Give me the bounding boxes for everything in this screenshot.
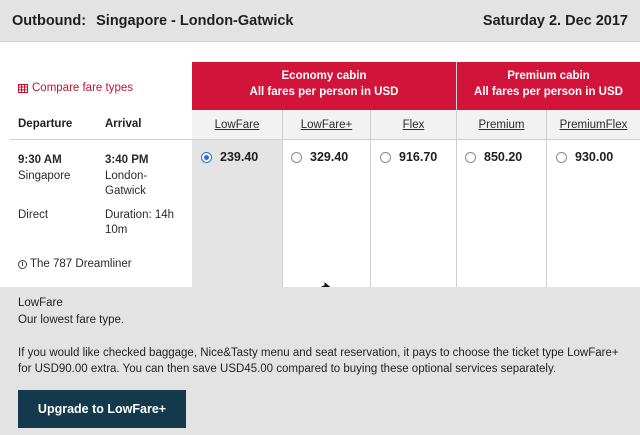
compare-fare-types-link[interactable]: Compare fare types xyxy=(18,82,133,94)
fare-price: 930.00 xyxy=(575,150,614,164)
fare-option-premium[interactable]: 850.20 xyxy=(465,150,522,164)
divider xyxy=(546,110,547,287)
fare-price: 916.70 xyxy=(399,150,438,164)
arrival-time: 3:40 PM xyxy=(105,154,149,166)
radio-button[interactable] xyxy=(291,151,302,163)
compare-link-label: Compare fare types xyxy=(32,82,133,94)
aircraft-label: The 787 Dreamliner xyxy=(30,258,132,270)
outbound-header: Outbound: Singapore - London-Gatwick Sat… xyxy=(0,0,640,42)
route-title: Outbound: Singapore - London-Gatwick xyxy=(12,13,294,29)
fare-option-lowfare[interactable]: 239.40 xyxy=(201,150,258,164)
cabin-sub: All fares per person in USD xyxy=(249,86,399,98)
economy-cabin-header: Economy cabin All fares per person in US… xyxy=(192,62,456,110)
departure-header: Departure xyxy=(18,118,73,130)
cabin-name: Economy cabin xyxy=(281,70,367,82)
arrival-header: Arrival xyxy=(105,118,142,130)
route-text: Singapore - London-Gatwick xyxy=(96,12,294,29)
premium-cabin-header: Premium cabin All fares per person in US… xyxy=(457,62,640,110)
fare-info-panel: LowFare Our lowest fare type. If you wou… xyxy=(0,287,640,435)
duration: Duration: 14h 10m xyxy=(105,209,175,236)
radio-button[interactable] xyxy=(556,151,567,163)
departure-city: Singapore xyxy=(18,170,71,182)
fare-header-lowfare[interactable]: LowFare xyxy=(192,110,282,140)
table-icon xyxy=(18,83,28,93)
cabin-sub: All fares per person in USD xyxy=(474,86,623,98)
flight-date: Saturday 2. Dec 2017 xyxy=(482,12,628,29)
fare-name: Flex xyxy=(402,118,425,131)
aircraft-info[interactable]: i The 787 Dreamliner xyxy=(18,258,132,270)
fare-header-lowfareplus[interactable]: LowFare+ xyxy=(283,110,370,140)
divider xyxy=(370,110,371,287)
radio-button[interactable] xyxy=(380,151,391,163)
fare-option-premiumflex[interactable]: 930.00 xyxy=(556,150,613,164)
divider xyxy=(456,62,457,287)
flight-details: Compare fare types Departure Arrival 9:3… xyxy=(0,42,192,287)
radio-button-checked[interactable] xyxy=(201,151,212,163)
fare-price: 850.20 xyxy=(484,150,523,164)
fare-info-title: LowFare xyxy=(18,297,63,309)
fare-price: 329.40 xyxy=(310,150,349,164)
fare-name: LowFare+ xyxy=(300,118,353,131)
arrival-city: London-Gatwick xyxy=(105,170,148,197)
fare-header-premiumflex[interactable]: PremiumFlex xyxy=(547,110,640,140)
cabin-name: Premium cabin xyxy=(507,70,590,82)
fare-header-flex[interactable]: Flex xyxy=(371,110,456,140)
departure-time: 9:30 AM xyxy=(18,154,62,166)
route-label: Outbound: xyxy=(12,12,87,29)
fare-info-body: If you would like checked baggage, Nice&… xyxy=(18,347,619,375)
fare-option-lowfareplus[interactable]: 329.40 xyxy=(291,150,348,164)
fare-name: LowFare xyxy=(214,118,260,131)
fare-option-flex[interactable]: 916.70 xyxy=(380,150,437,164)
fare-name: PremiumFlex xyxy=(559,118,628,131)
stops: Direct xyxy=(18,209,49,221)
fare-name: Premium xyxy=(478,118,525,131)
info-icon: i xyxy=(18,259,27,269)
fare-table: Economy cabin All fares per person in US… xyxy=(192,62,640,287)
fare-info-subtitle: Our lowest fare type. xyxy=(18,314,125,326)
fare-price: 239.40 xyxy=(220,150,259,164)
divider xyxy=(10,139,192,140)
radio-button[interactable] xyxy=(465,151,476,163)
fare-header-premium[interactable]: Premium xyxy=(457,110,546,140)
divider xyxy=(282,110,283,287)
upgrade-button[interactable]: Upgrade to LowFare+ xyxy=(18,390,186,428)
